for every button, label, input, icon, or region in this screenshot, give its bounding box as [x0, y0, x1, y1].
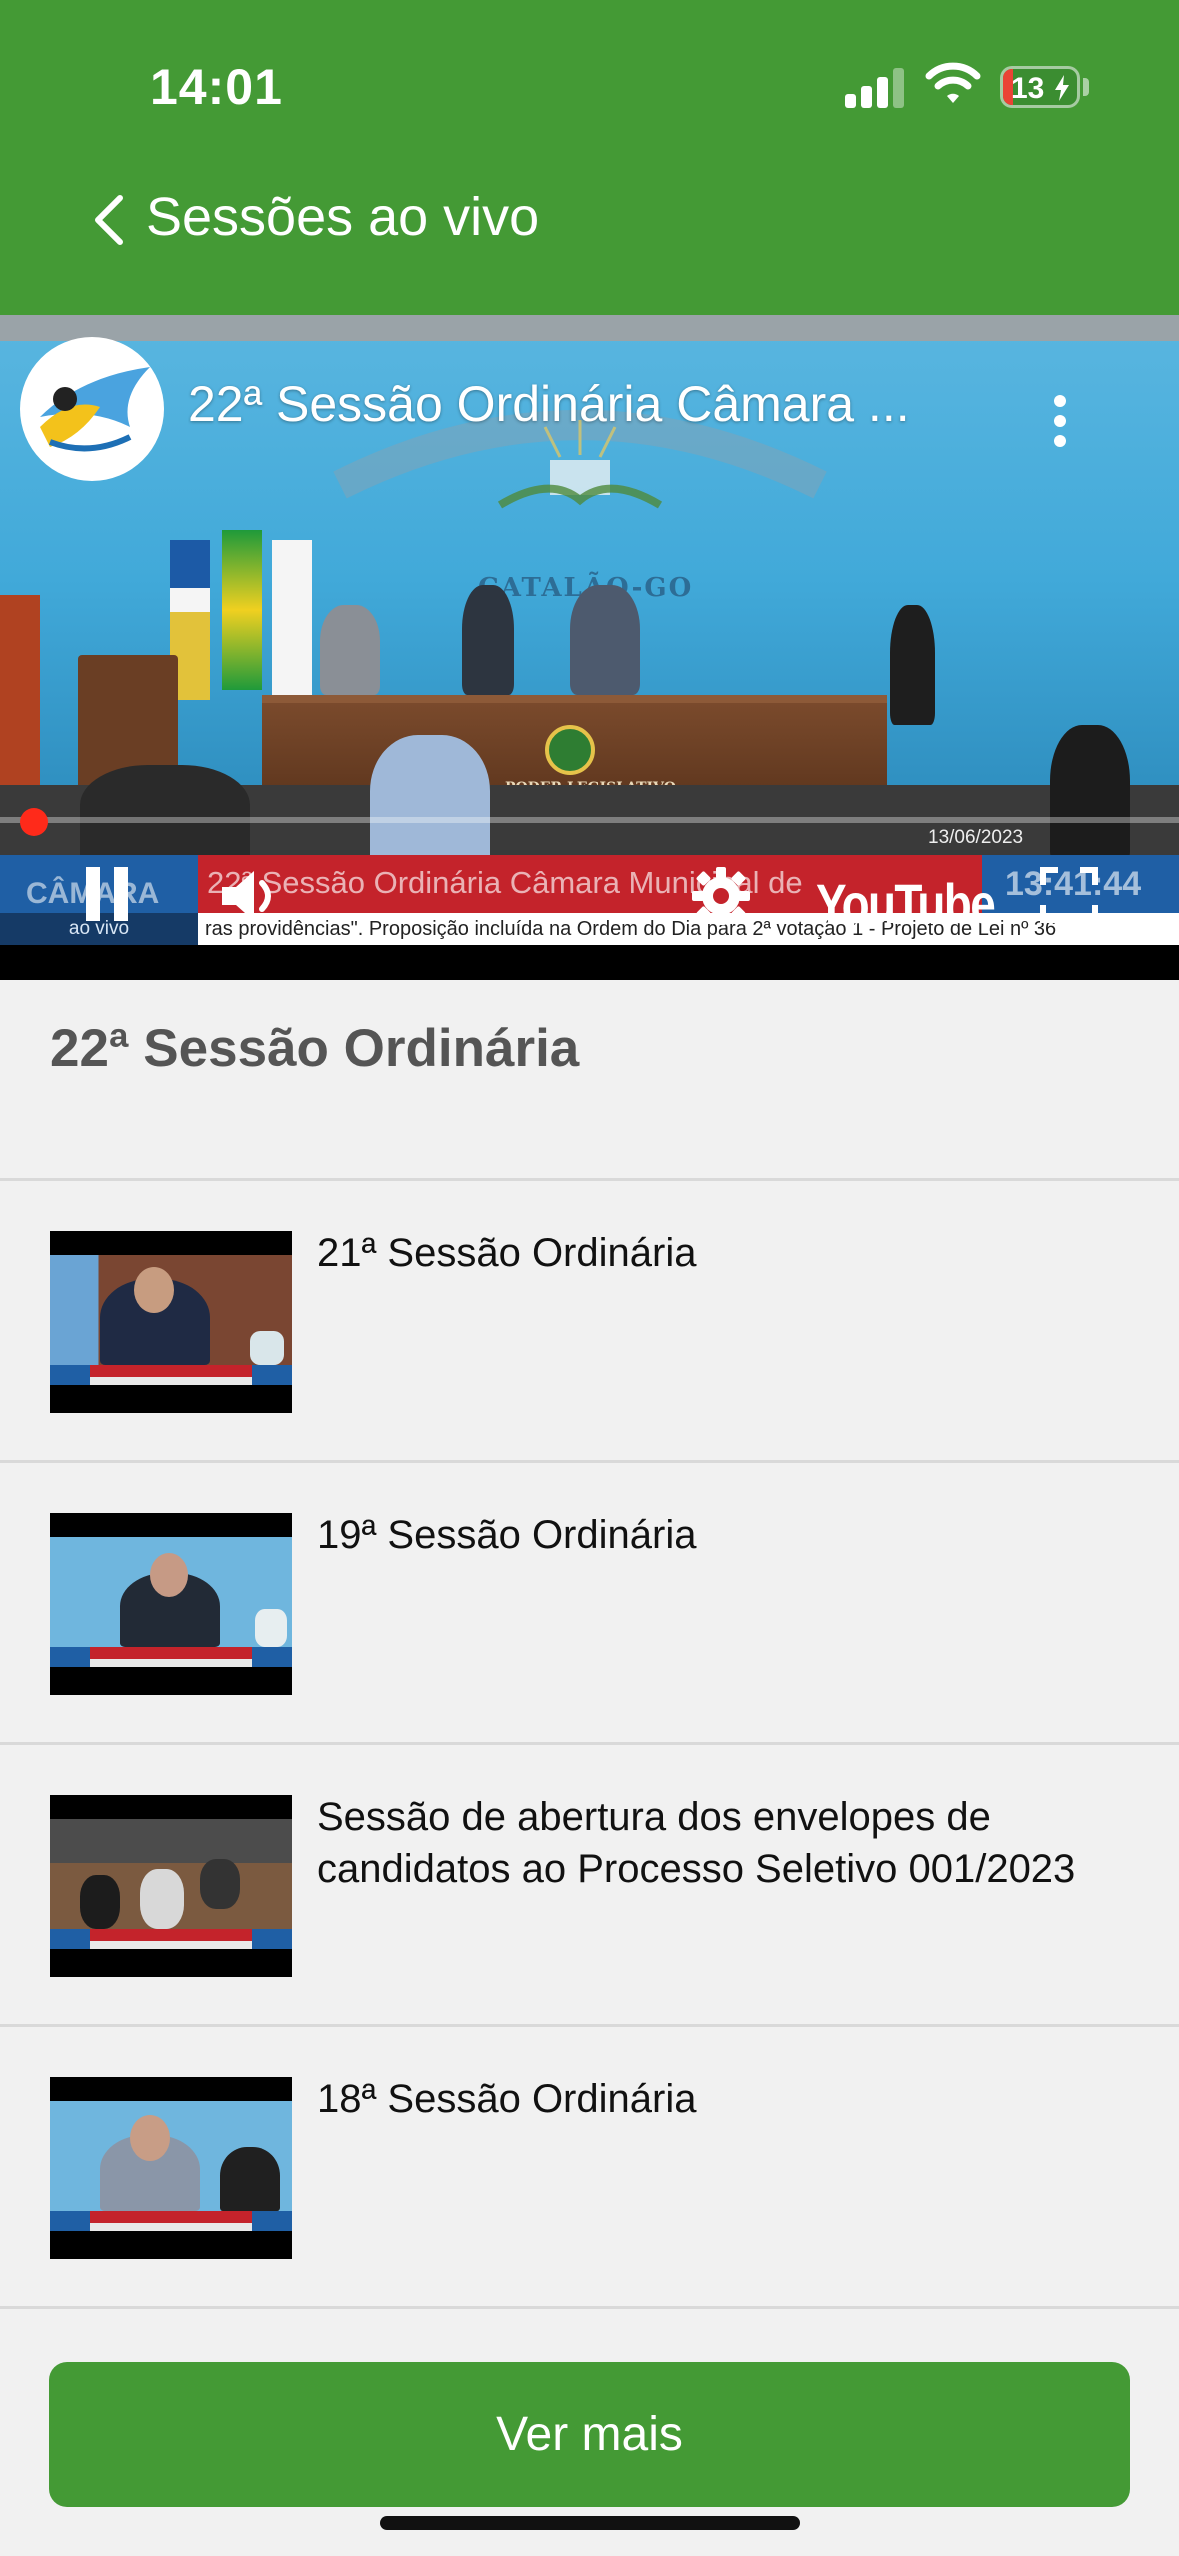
volume-icon[interactable] — [218, 867, 284, 925]
list-item[interactable]: Sessão de abertura dos envelopes de cand… — [0, 1742, 1179, 2024]
video-bottom-edge — [0, 945, 1179, 980]
list-item[interactable]: 21ª Sessão Ordinária — [0, 1178, 1179, 1460]
list-item-title: Sessão de abertura dos envelopes de cand… — [317, 1795, 1076, 1891]
status-time: 14:01 — [150, 59, 283, 115]
video-scene-flag — [272, 540, 312, 700]
video-scene-door — [0, 595, 40, 795]
settings-gear-icon[interactable] — [692, 867, 750, 925]
video-thumbnail — [50, 1795, 292, 1977]
video-date: 13/06/2023 — [928, 827, 1024, 848]
video-scene-person — [890, 605, 935, 725]
list-item-title: 19ª Sessão Ordinária — [317, 1513, 697, 1557]
video-scene-flag — [222, 530, 262, 690]
list-item-title: 18ª Sessão Ordinária — [317, 2077, 697, 2121]
video-scene-person — [570, 585, 640, 695]
video-scene-person — [370, 735, 490, 875]
list-item[interactable]: 19ª Sessão Ordinária — [0, 1460, 1179, 1742]
wifi-icon — [925, 62, 981, 103]
pause-icon[interactable] — [82, 867, 132, 921]
nav-title[interactable]: Sessões ao vivo — [146, 186, 539, 248]
more-vertical-icon[interactable] — [1045, 393, 1075, 449]
broadcast-ticker: ao vivo ras providências". Proposição in… — [0, 913, 1179, 945]
video-player[interactable]: CATALÃO-GO PODER LEGISLATIVO 13/06/2023 … — [0, 315, 1179, 980]
video-title[interactable]: 22ª Sessão Ordinária Câmara ... — [188, 375, 978, 433]
chevron-left-icon[interactable] — [92, 194, 126, 246]
youtube-logo[interactable]: YouTube — [816, 871, 996, 936]
battery-level: 13 — [1011, 72, 1045, 105]
video-scene-person — [1050, 725, 1130, 865]
table-seal — [545, 725, 595, 775]
video-thumbnail — [50, 2077, 292, 2259]
video-scene-person — [320, 605, 380, 695]
see-more-button[interactable]: Ver mais — [49, 2362, 1130, 2507]
video-scene-person — [462, 585, 514, 695]
video-progress-track[interactable] — [0, 817, 1179, 823]
channel-logo-icon — [40, 367, 150, 452]
current-session-title: 22ª Sessão Ordinária — [50, 1019, 580, 1078]
video-thumbnail — [50, 1231, 292, 1413]
battery-icon: 13 — [1000, 66, 1080, 108]
video-progress-handle[interactable] — [20, 808, 48, 836]
home-indicator[interactable] — [380, 2516, 800, 2530]
list-item[interactable]: 18ª Sessão Ordinária — [0, 2024, 1179, 2306]
fullscreen-icon[interactable] — [1040, 867, 1098, 923]
list-item-title: 21ª Sessão Ordinária — [317, 1231, 697, 1275]
app-header: 14:01 13 Sessões ao vivo — [0, 0, 1179, 315]
channel-avatar[interactable] — [20, 337, 164, 481]
charging-bolt-icon — [1055, 75, 1069, 101]
signal-icon — [845, 68, 905, 108]
video-scene-ceiling — [0, 315, 1179, 341]
video-thumbnail — [50, 1513, 292, 1695]
list-item — [0, 2306, 1179, 2366]
video-scene-person — [80, 765, 250, 865]
battery-cap — [1083, 78, 1089, 96]
